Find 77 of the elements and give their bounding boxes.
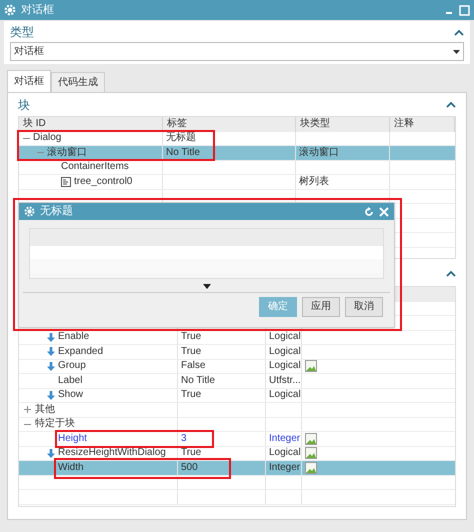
- column-header: 标签: [167, 119, 187, 130]
- dialog-button[interactable]: 取消: [345, 297, 383, 317]
- property-type: Utfstr...: [269, 376, 301, 386]
- tree-row[interactable]: 滚动窗口 No Title 滚动窗口: [19, 146, 455, 160]
- property-type: Logical: [269, 448, 301, 458]
- maximize-icon[interactable]: [459, 4, 470, 16]
- property-row[interactable]: Height 3 Integer: [19, 432, 455, 446]
- property-type: Logical: [269, 361, 301, 372]
- property-value: True: [181, 332, 202, 342]
- property-type: Integer: [269, 462, 300, 473]
- gear-icon: [24, 206, 35, 217]
- block-id: tree_control0: [74, 176, 132, 187]
- property-value: False: [181, 361, 206, 372]
- block-type: 滚动窗口: [299, 148, 339, 158]
- property-name: Width: [58, 462, 84, 473]
- collapse-section-icon[interactable]: [454, 28, 464, 36]
- image-icon[interactable]: [305, 360, 317, 372]
- down-arrow-icon: [47, 390, 55, 400]
- column-header: 注释: [394, 119, 414, 130]
- close-icon[interactable]: [379, 206, 389, 216]
- property-row[interactable]: Width 500 Integer: [19, 461, 455, 476]
- property-name: Group: [58, 361, 86, 372]
- block-type: 树列表: [299, 176, 329, 187]
- property-value: True: [181, 346, 202, 357]
- block-id: 滚动窗口: [47, 148, 87, 158]
- column-header: 块 ID: [23, 119, 46, 130]
- type-dropdown[interactable]: 对话框: [10, 42, 464, 61]
- property-type: Logical: [269, 346, 301, 357]
- window-title: 对话框: [21, 4, 54, 16]
- section-title: 块: [18, 98, 30, 110]
- block-id: Dialog: [33, 133, 62, 144]
- tab[interactable]: 对话框: [7, 70, 51, 92]
- section-title: 类型: [10, 26, 34, 38]
- property-name: Height: [58, 434, 87, 444]
- image-icon[interactable]: [305, 447, 317, 460]
- property-value: 500: [181, 462, 198, 473]
- property-type: Logical: [269, 332, 301, 342]
- property-row[interactable]: Show True Logical: [19, 388, 455, 403]
- property-type: Integer: [269, 434, 300, 444]
- property-value: No Title: [181, 376, 215, 386]
- expand-icon[interactable]: [24, 406, 31, 414]
- group-label: 特定于块: [35, 419, 75, 430]
- collapse-section-icon[interactable]: [446, 270, 456, 277]
- block-label: No Title: [166, 148, 200, 158]
- dialog-title: 无标题: [40, 206, 73, 217]
- collapse-section-icon[interactable]: [446, 101, 456, 108]
- property-row[interactable]: Label No Title Utfstr...: [19, 374, 455, 388]
- gear-icon: [4, 4, 16, 16]
- property-name: Label: [58, 376, 82, 386]
- refresh-icon[interactable]: [364, 206, 374, 216]
- expand-arrow-icon[interactable]: [202, 284, 210, 289]
- property-type: Logical: [269, 390, 301, 400]
- down-arrow-icon: [47, 448, 55, 458]
- tree-control-icon: [61, 176, 71, 187]
- property-name: Enable: [58, 332, 90, 342]
- dropdown-arrow-icon: [453, 50, 460, 54]
- group-row[interactable]: 特定于块: [19, 418, 455, 432]
- tree-row[interactable]: ContainerItems: [19, 160, 455, 175]
- block-label: 无标题: [166, 133, 196, 144]
- block-id: ContainerItems: [61, 162, 129, 172]
- property-value: True: [181, 448, 202, 458]
- group-label: 其他: [35, 404, 55, 415]
- property-value: 3: [181, 434, 187, 444]
- dialog-button[interactable]: 应用: [302, 297, 340, 317]
- property-row[interactable]: Expanded True Logical: [19, 345, 455, 360]
- property-name: Expanded: [58, 346, 104, 357]
- column-header: 块类型: [300, 119, 330, 130]
- tab[interactable]: 代码生成: [51, 72, 105, 92]
- tree-row[interactable]: tree_control0 树列表: [19, 175, 455, 190]
- property-name: Show: [58, 390, 84, 400]
- property-row[interactable]: Enable True Logical: [19, 330, 455, 345]
- image-icon[interactable]: [305, 462, 317, 474]
- image-icon[interactable]: [305, 432, 317, 445]
- group-row[interactable]: 其他: [19, 403, 455, 418]
- property-row[interactable]: Group False Logical: [19, 360, 455, 374]
- property-value: True: [181, 390, 202, 400]
- property-name: ResizeHeightWithDialog: [58, 448, 166, 458]
